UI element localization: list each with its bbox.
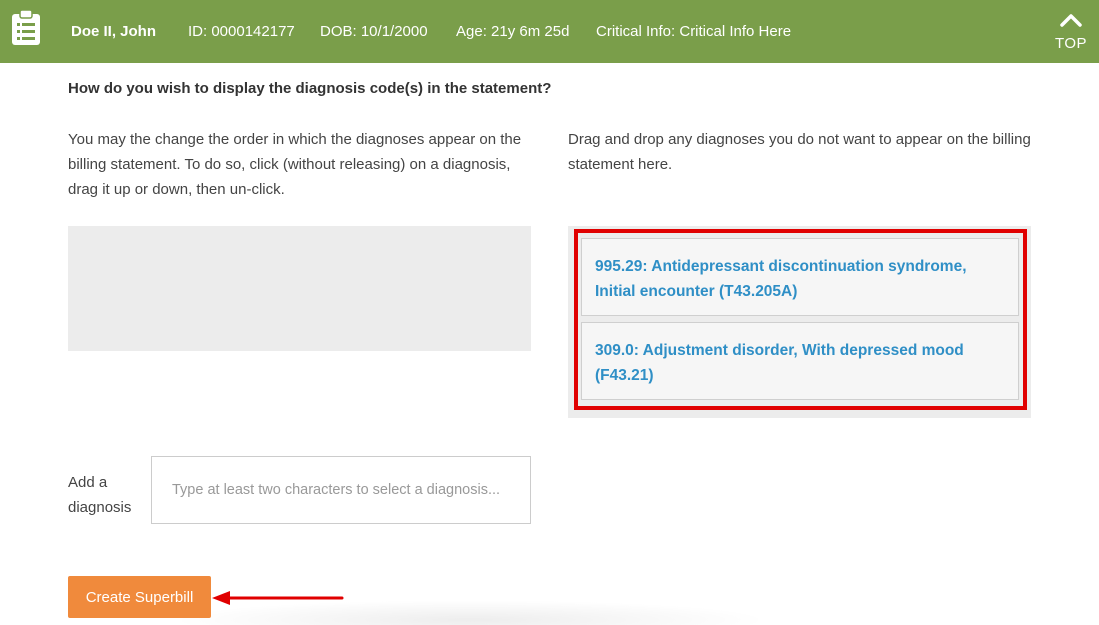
patient-dob: DOB: 10/1/2000: [320, 23, 428, 40]
arrow-annotation-icon: [212, 591, 344, 605]
diagnosis-item[interactable]: 995.29: Antidepressant discontinuation s…: [581, 238, 1019, 316]
included-diagnoses-list[interactable]: [68, 226, 531, 351]
chevron-up-icon: [1060, 14, 1082, 27]
exclude-instructions: Drag and drop any diagnoses you do not w…: [568, 131, 1031, 173]
scroll-top-button[interactable]: TOP: [1055, 12, 1087, 54]
add-diagnosis-label: Add a diagnosis: [68, 474, 132, 516]
patient-age: Age: 21y 6m 25d: [456, 23, 570, 40]
create-superbill-button[interactable]: Create Superbill: [68, 576, 211, 618]
critical-info: Critical Info: Critical Info Here: [596, 23, 792, 40]
patient-id: ID: 0000142177: [188, 23, 295, 40]
patient-name: Doe II, John: [71, 23, 157, 40]
clipboard-icon: [12, 10, 40, 45]
patient-header: Doe II, John ID: 0000142177 DOB: 10/1/20…: [0, 0, 1099, 63]
scroll-top-label: TOP: [1055, 35, 1088, 52]
diagnosis-search-input[interactable]: [151, 456, 531, 524]
display-question: How do you wish to display the diagnosis…: [68, 80, 552, 97]
diagnosis-item[interactable]: 309.0: Adjustment disorder, With depress…: [581, 322, 1019, 400]
reorder-instructions: You may the change the order in which th…: [68, 131, 522, 198]
